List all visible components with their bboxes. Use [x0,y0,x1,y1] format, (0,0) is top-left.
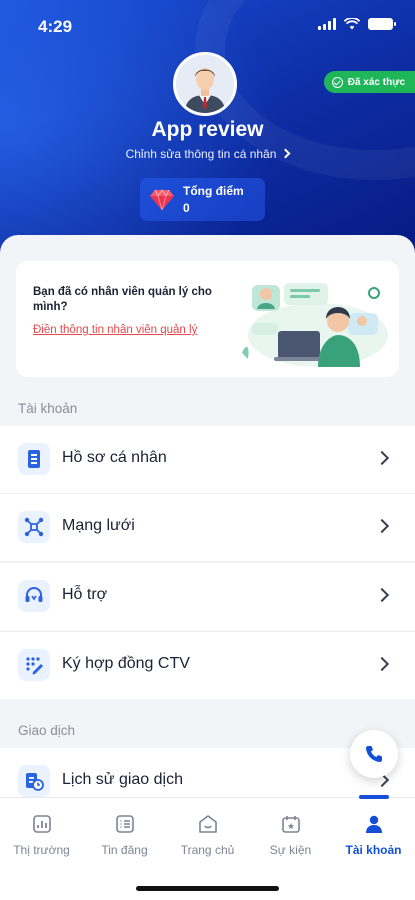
menu-item-network[interactable]: Mạng lưới [0,494,415,561]
verified-label: Đã xác thực [347,76,405,88]
tab-account[interactable]: Tài khoản [332,812,415,857]
user-name: App review [151,118,264,141]
menu-item-label: Ký hợp đồng CTV [62,655,190,672]
menu-item-sign-contract[interactable]: Ký hợp đồng CTV [0,632,415,699]
sign-contract-icon [18,649,50,681]
person-icon [362,812,386,836]
chevron-right-icon [280,148,291,159]
menu-item-support[interactable]: Hỗ trợ [0,563,415,630]
gem-icon [150,189,174,210]
battery-icon [368,18,396,30]
profile-doc-icon [18,443,50,475]
tab-market[interactable]: Thị trường [0,812,83,857]
bottom-tab-bar: Thị trường Tin đăng Trang chủ Sự kiện Tà… [0,797,415,900]
tab-label: Trang chủ [180,843,235,857]
listing-icon [113,812,137,836]
section-title-transactions: Giao dịch [18,723,76,738]
menu-item-label: Hồ sơ cá nhân [62,449,167,466]
market-chart-icon [30,812,54,836]
avatar[interactable] [173,52,237,116]
signal-icon [318,18,336,30]
promo-link[interactable]: Điền thông tin nhân viên quản lý [33,323,213,338]
chevron-right-icon [374,450,390,466]
history-icon [18,765,50,797]
edit-profile-label: Chỉnh sửa thông tin cá nhân [125,147,277,161]
chevron-right-icon [374,587,390,603]
check-circle-icon [331,76,343,88]
points-value: 0 [183,201,190,215]
verified-badge: Đã xác thực [323,71,415,93]
calendar-event-icon [279,812,303,836]
call-support-button[interactable] [350,730,398,778]
headset-icon [18,580,50,612]
menu-item-profile[interactable]: Hồ sơ cá nhân [0,426,415,493]
status-time: 4:29 [38,17,73,36]
menu-item-label: Lịch sử giao dịch [62,771,183,788]
chevron-right-icon [374,518,390,534]
points-label: Tổng điểm [183,184,244,198]
section-title-account: Tài khoản [18,401,78,416]
tab-label: Tin đăng [101,843,148,857]
home-icon [196,812,220,836]
promo-text: Bạn đã có nhân viên quản lý cho mình? [33,286,212,313]
tab-events[interactable]: Sự kiện [249,812,332,857]
edit-profile-link[interactable]: Chỉnh sửa thông tin cá nhân [0,147,415,161]
home-indicator [136,886,279,891]
status-icons [318,18,396,30]
tab-label: Sự kiện [269,843,312,857]
support-agent-illustration [242,283,388,367]
tab-label: Tài khoản [345,843,402,857]
menu-item-label: Mạng lưới [62,517,135,534]
fab-indicator [359,795,389,799]
manager-promo-card: Bạn đã có nhân viên quản lý cho mình? Đi… [16,261,399,377]
network-icon [18,511,50,543]
status-bar: 4:29 [0,0,415,52]
points-card[interactable]: Tổng điểm 0 [140,178,265,221]
tab-home[interactable]: Trang chủ [166,812,249,857]
chevron-right-icon [374,656,390,672]
tab-listings[interactable]: Tin đăng [83,812,166,857]
tab-label: Thị trường [13,843,70,857]
phone-icon [366,746,382,762]
wifi-icon [344,18,360,30]
menu-item-label: Hỗ trợ [62,586,108,603]
